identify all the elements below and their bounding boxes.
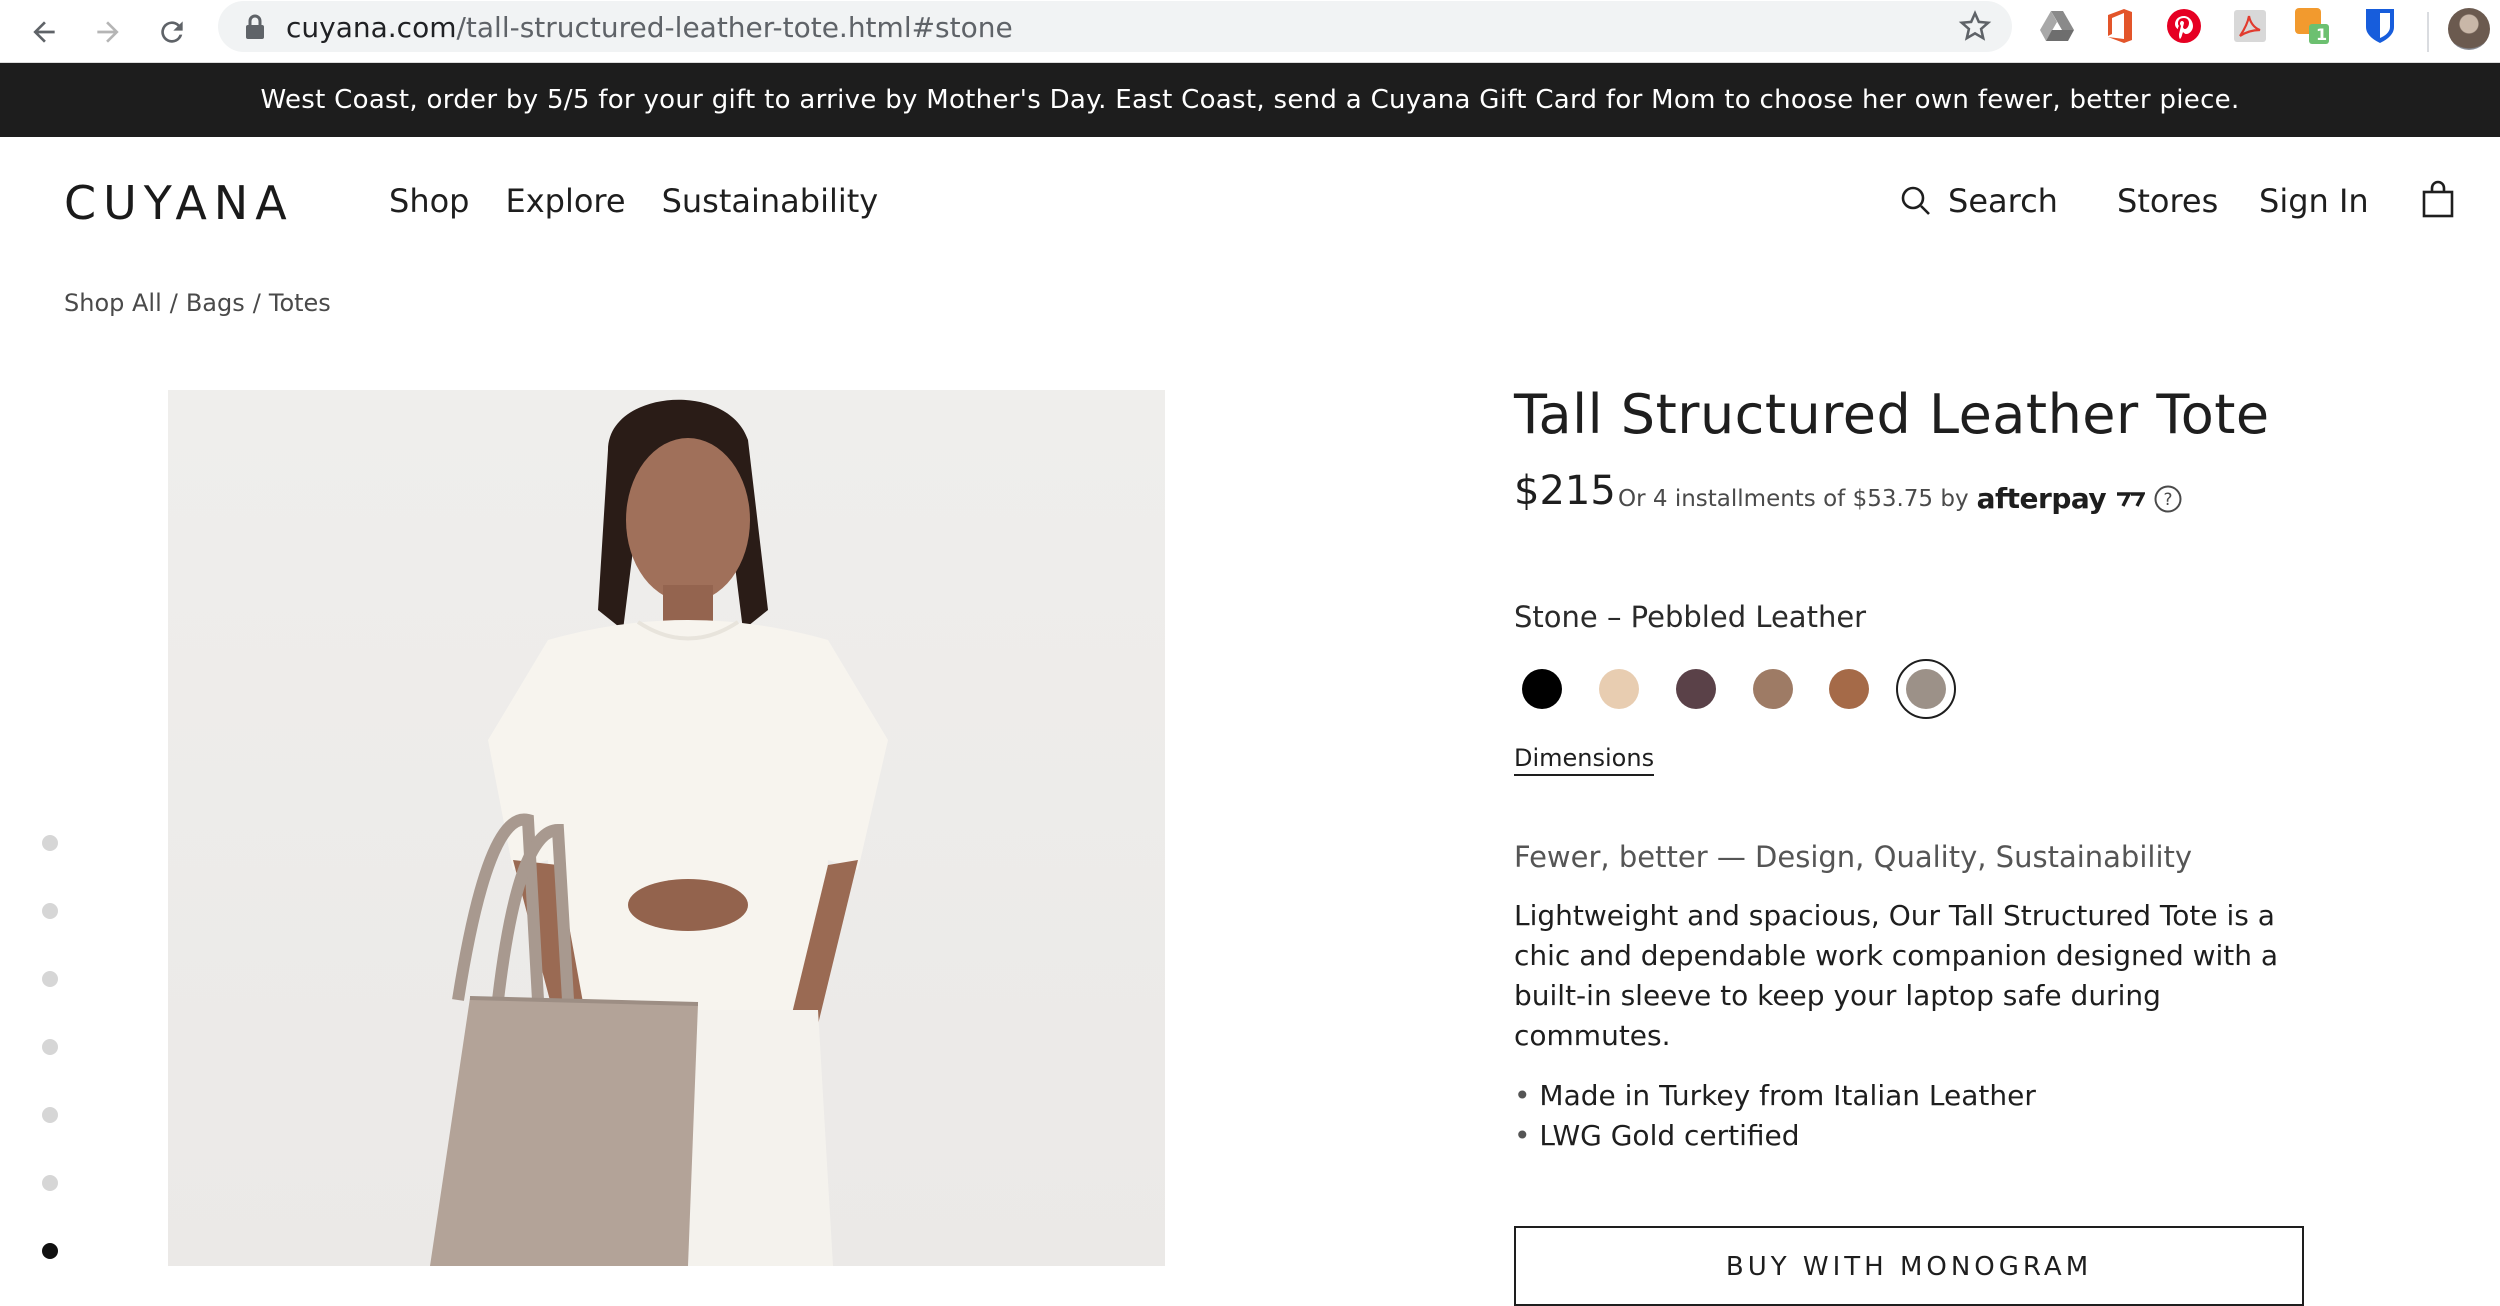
info-question-icon[interactable]: ? [2153,484,2183,514]
announcement-text: West Coast, order by 5/5 for your gift t… [260,85,2240,115]
monogram-button-label: BUY WITH MONOGRAM [1725,1252,2093,1282]
feature-item: LWG Gold certified [1514,1116,2036,1156]
gallery-dot[interactable] [42,1107,58,1123]
afterpay-logo: afterpay [1977,482,2147,515]
bookmark-star-icon[interactable] [1958,9,1992,43]
address-bar[interactable]: cuyana.com/tall-structured-leather-tote.… [218,1,2012,52]
extension-badge-count: 1 [2316,25,2328,44]
gallery-dot-active[interactable] [42,1243,58,1259]
pinterest-icon[interactable] [2166,8,2202,44]
breadcrumb-bags[interactable]: Bags [186,289,245,317]
breadcrumb-separator: / [252,289,261,317]
nav-sustainability[interactable]: Sustainability [662,182,879,220]
gallery-dot[interactable] [42,1175,58,1191]
lock-icon [246,14,264,39]
toolbar-divider [2427,12,2429,52]
installments-text: Or 4 installments of $53.75 by [1618,485,1969,512]
profile-avatar[interactable] [2448,8,2490,50]
search-icon [1901,186,1930,215]
swatch-plum[interactable] [1676,669,1716,709]
product-price: $215 [1514,468,1616,514]
shopping-bag-icon [2422,180,2454,218]
url-text: cuyana.com/tall-structured-leather-tote.… [286,11,1013,44]
announcement-bar[interactable]: West Coast, order by 5/5 for your gift t… [0,63,2500,137]
buy-with-monogram-button[interactable]: BUY WITH MONOGRAM [1514,1226,2304,1306]
dimensions-link[interactable]: Dimensions [1514,744,1655,776]
product-title: Tall Structured Leather Tote [1514,383,2270,446]
office-icon[interactable] [2102,8,2138,44]
product-description: Lightweight and spacious, Our Tall Struc… [1514,899,2279,1052]
stores-link[interactable]: Stores [2117,182,2218,220]
gallery-dot[interactable] [42,1039,58,1055]
swatch-black[interactable] [1522,669,1562,709]
gallery-dot[interactable] [42,971,58,987]
search-button[interactable]: Search [1900,182,2058,220]
svg-text:?: ? [2164,490,2173,510]
bitwarden-icon[interactable] [2362,8,2398,44]
cart-button[interactable] [2421,180,2455,222]
product-image[interactable] [168,390,1165,1266]
nav-shop[interactable]: Shop [389,182,469,220]
breadcrumb-totes[interactable]: Totes [269,289,331,317]
back-arrow-icon [33,21,55,43]
nav-explore[interactable]: Explore [505,182,625,220]
sign-in-link[interactable]: Sign In [2259,182,2369,220]
back-button[interactable] [20,8,68,56]
site-logo[interactable]: CUYANA [64,176,294,230]
forward-button[interactable] [84,8,132,56]
brand-tagline: Fewer, better — Design, Quality, Sustain… [1514,840,2193,874]
swatch-beige[interactable] [1599,669,1639,709]
reload-icon [161,21,183,43]
gallery-dot[interactable] [42,835,58,851]
feature-item: Made in Turkey from Italian Leather [1514,1076,2035,1116]
afterpay-installments: Or 4 installments of $53.75 by afterpay … [1618,482,2183,515]
browser-toolbar: cuyana.com/tall-structured-leather-tote.… [0,0,2500,63]
breadcrumb: Shop All / Bags / Totes [64,289,331,317]
swatch-stone[interactable] [1906,669,1946,709]
swatch-taupe[interactable] [1753,669,1793,709]
forward-arrow-icon [97,21,119,43]
gallery-dot[interactable] [42,903,58,919]
selected-color-label: Stone – Pebbled Leather [1514,600,1867,634]
feature-list: Made in Turkey from Italian Leather LWG … [1514,1076,2036,1156]
swatch-caramel[interactable] [1829,669,1869,709]
afterpay-arrows-icon [2117,492,2147,507]
breadcrumb-separator: / [169,289,178,317]
main-nav: Shop Explore Sustainability [389,182,878,220]
model-with-tote-illustration [430,399,888,1266]
search-label: Search [1948,182,2058,220]
extension-badge-icon[interactable]: 1 [2294,8,2330,44]
google-drive-icon[interactable] [2039,8,2075,44]
reload-button[interactable] [148,8,196,56]
acrobat-icon[interactable] [2232,8,2268,44]
breadcrumb-shop-all[interactable]: Shop All [64,289,162,317]
